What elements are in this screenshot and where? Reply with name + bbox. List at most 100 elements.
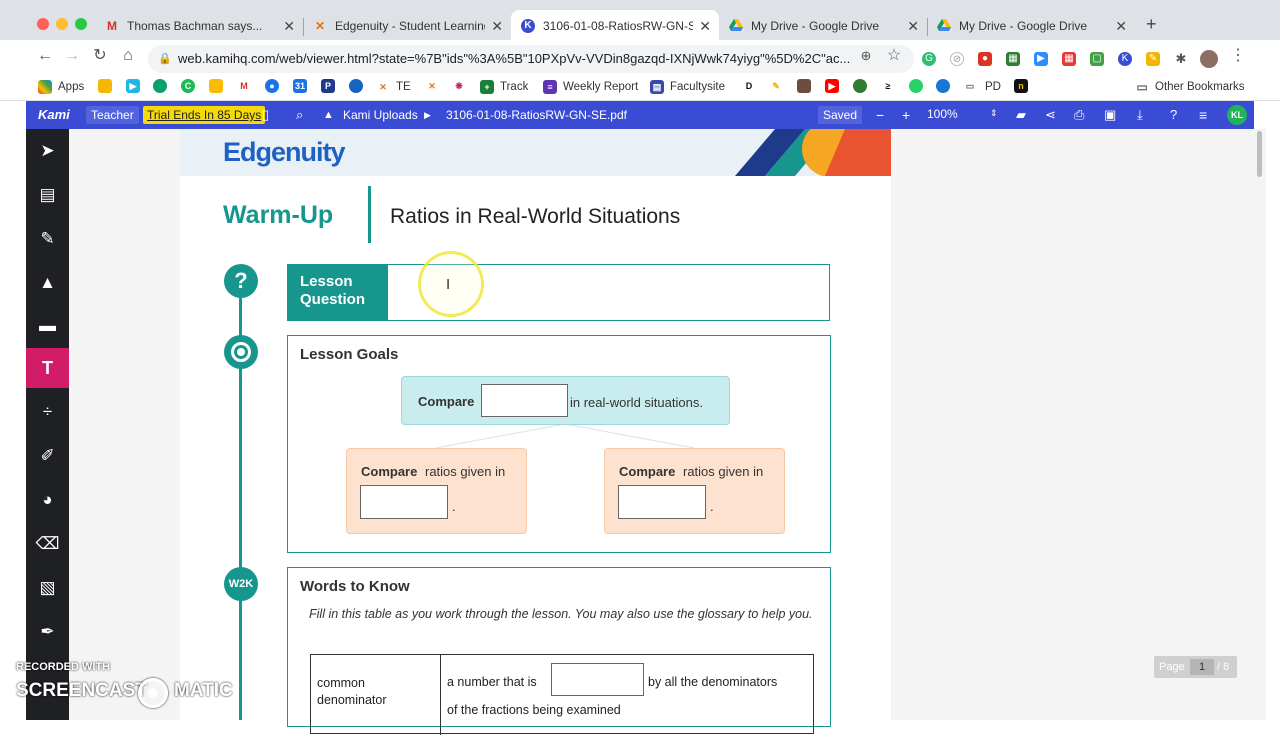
edgenuity-icon[interactable]: ✕	[425, 79, 439, 93]
minimize-window-button[interactable]	[56, 18, 68, 30]
image-tool-icon[interactable]: ▧	[26, 568, 69, 608]
gmail-bookmark-icon[interactable]: M	[237, 79, 251, 93]
lock-icon: 🔒	[158, 53, 172, 65]
bookmark-pd[interactable]: PD	[985, 79, 1001, 95]
bookmark-icon[interactable]	[98, 79, 112, 93]
youtube-bookmark-icon[interactable]: ▶	[825, 79, 839, 93]
browser-tab[interactable]: My Drive - Google Drive ✕	[719, 10, 927, 42]
share-icon[interactable]: ⋖	[1045, 107, 1056, 123]
zoom-out-icon[interactable]: −	[876, 107, 884, 123]
other-bookmarks[interactable]: ▭ Other Bookmarks	[1135, 79, 1244, 95]
file-name[interactable]: 3106-01-08-RatiosRW-GN-SE.pdf	[446, 107, 627, 123]
add-icon[interactable]: ⊕	[856, 48, 876, 64]
search-icon[interactable]: ⌕	[296, 107, 303, 123]
extension-icon[interactable]: ▢	[1090, 52, 1104, 66]
bookmark-te[interactable]: ✕ TE	[376, 79, 411, 95]
address-bar[interactable]: 🔒 web.kamihq.com/web/viewer.html?state=%…	[148, 45, 914, 73]
zoom-in-icon[interactable]: +	[902, 107, 910, 123]
calendar-bookmark-icon[interactable]: 31	[293, 79, 307, 93]
sidebar-toggle-icon[interactable]: ▯	[262, 107, 269, 123]
highlight-tool-icon[interactable]: ✎	[26, 219, 69, 259]
bookmark-icon[interactable]	[153, 79, 167, 93]
extension-icon[interactable]: ▦	[1006, 52, 1020, 66]
lesson-question-box[interactable]: Lesson Question	[287, 264, 830, 321]
text-box-tool-icon[interactable]: ▲	[26, 263, 69, 303]
breadcrumb-folder[interactable]: Kami Uploads	[343, 107, 418, 123]
equation-tool-icon[interactable]: ÷	[26, 392, 69, 432]
bookmark-icon[interactable]: ▶	[126, 79, 140, 93]
maximize-window-button[interactable]	[75, 18, 87, 30]
scrollbar-thumb[interactable]	[1257, 131, 1262, 177]
bookmark-icon[interactable]: P	[321, 79, 335, 93]
bookmark-icon[interactable]	[853, 79, 867, 93]
bookmark-star-icon[interactable]: ☆	[884, 48, 904, 64]
pdf-page[interactable]: Edgenuity Warm-Up Ratios in Real-World S…	[180, 129, 891, 735]
download-icon[interactable]: ⤓	[1137, 107, 1143, 123]
folder-open-icon[interactable]: ▰	[1016, 107, 1026, 123]
page-number-input[interactable]: 1	[1190, 659, 1214, 675]
bookmark-apps[interactable]: Apps	[38, 79, 84, 95]
bookmark-track[interactable]: + Track	[480, 79, 528, 95]
user-avatar[interactable]: KL	[1227, 105, 1247, 125]
bookmark-icon[interactable]: ❋	[452, 79, 466, 93]
grammarly-extension-icon[interactable]: G	[922, 52, 936, 66]
sub-goal-blank-field[interactable]	[618, 485, 706, 519]
bookmark-icon[interactable]	[797, 79, 811, 93]
back-arrow-icon[interactable]: ←	[35, 48, 55, 64]
drawing-tool-icon[interactable]: ✐	[26, 436, 69, 476]
bookmark-facultysite[interactable]: ▤ Facultysite	[650, 79, 725, 95]
bookmark-icon[interactable]: ≥	[881, 79, 895, 93]
bookmark-icon[interactable]: ●	[265, 79, 279, 93]
shapes-tool-icon[interactable]: ◕	[26, 480, 69, 520]
close-tab-icon[interactable]: ✕	[491, 18, 503, 35]
zoom-select[interactable]: 100% ⇕	[922, 105, 1002, 125]
blocked-extension-icon[interactable]: ⊘	[950, 52, 964, 66]
browser-tab[interactable]: My Drive - Google Drive ✕	[927, 10, 1135, 42]
comment-tool-icon[interactable]: ▬	[26, 306, 69, 346]
home-icon[interactable]: ⌂	[118, 48, 138, 64]
profile-avatar[interactable]	[1200, 50, 1218, 68]
browser-tab[interactable]: ✕ Edgenuity - Student Learning E ✕	[303, 10, 511, 42]
extension-icon[interactable]: ✎	[1146, 52, 1160, 66]
close-tab-icon[interactable]: ✕	[1115, 18, 1127, 35]
save-icon[interactable]: ▣	[1104, 107, 1116, 123]
markup-tool-icon[interactable]: ▤	[26, 175, 69, 215]
chrome-menu-icon[interactable]: ⋮	[1228, 48, 1248, 64]
trial-badge[interactable]: Trial Ends In 85 Days	[143, 106, 266, 124]
close-window-button[interactable]	[37, 18, 49, 30]
help-icon[interactable]: ?	[1170, 107, 1177, 123]
reload-icon[interactable]: ↻	[90, 48, 110, 64]
zoom-extension-icon[interactable]: ▶	[1034, 52, 1048, 66]
whatsapp-bookmark-icon[interactable]	[909, 79, 923, 93]
forward-arrow-icon[interactable]: →	[62, 48, 82, 64]
bookmark-icon[interactable]: D	[742, 79, 756, 93]
extension-icon[interactable]: ▦	[1062, 52, 1076, 66]
browser-tab-active[interactable]: K 3106-01-08-RatiosRW-GN-SE ✕	[511, 10, 719, 42]
menu-icon[interactable]: ≡	[1199, 107, 1207, 123]
kami-extension-icon[interactable]: K	[1118, 52, 1132, 66]
vertical-scrollbar[interactable]	[1254, 129, 1266, 720]
folder-icon[interactable]: ▭	[963, 79, 977, 93]
new-tab-button[interactable]: +	[1146, 14, 1157, 35]
extensions-puzzle-icon[interactable]: ✱	[1174, 52, 1188, 66]
bookmark-icon[interactable]: C	[181, 79, 195, 93]
screencast-extension-icon[interactable]: ●	[978, 52, 992, 66]
browser-tab[interactable]: M Thomas Bachman says... ✕	[95, 10, 303, 42]
close-tab-icon[interactable]: ✕	[283, 18, 295, 35]
goal-blank-field[interactable]	[481, 384, 568, 417]
cloud-bookmark-icon[interactable]	[936, 79, 950, 93]
eraser-tool-icon[interactable]: ⌫	[26, 524, 69, 564]
bookmark-icon[interactable]	[349, 79, 363, 93]
close-tab-icon[interactable]: ✕	[699, 18, 711, 35]
signature-tool-icon[interactable]: ✒	[26, 612, 69, 652]
text-tool-icon[interactable]: T	[26, 348, 69, 388]
sub-goal-blank-field[interactable]	[360, 485, 448, 519]
bookmark-icon[interactable]: ✎	[769, 79, 783, 93]
close-tab-icon[interactable]: ✕	[907, 18, 919, 35]
drive-bookmark-icon[interactable]	[209, 79, 223, 93]
vocab-blank-field[interactable]	[551, 663, 644, 696]
print-icon[interactable]: ⎙	[1074, 107, 1084, 123]
select-tool-icon[interactable]: ➤	[26, 131, 69, 171]
bookmark-icon[interactable]: n	[1014, 79, 1028, 93]
bookmark-weekly-report[interactable]: ≡ Weekly Report	[543, 79, 638, 95]
